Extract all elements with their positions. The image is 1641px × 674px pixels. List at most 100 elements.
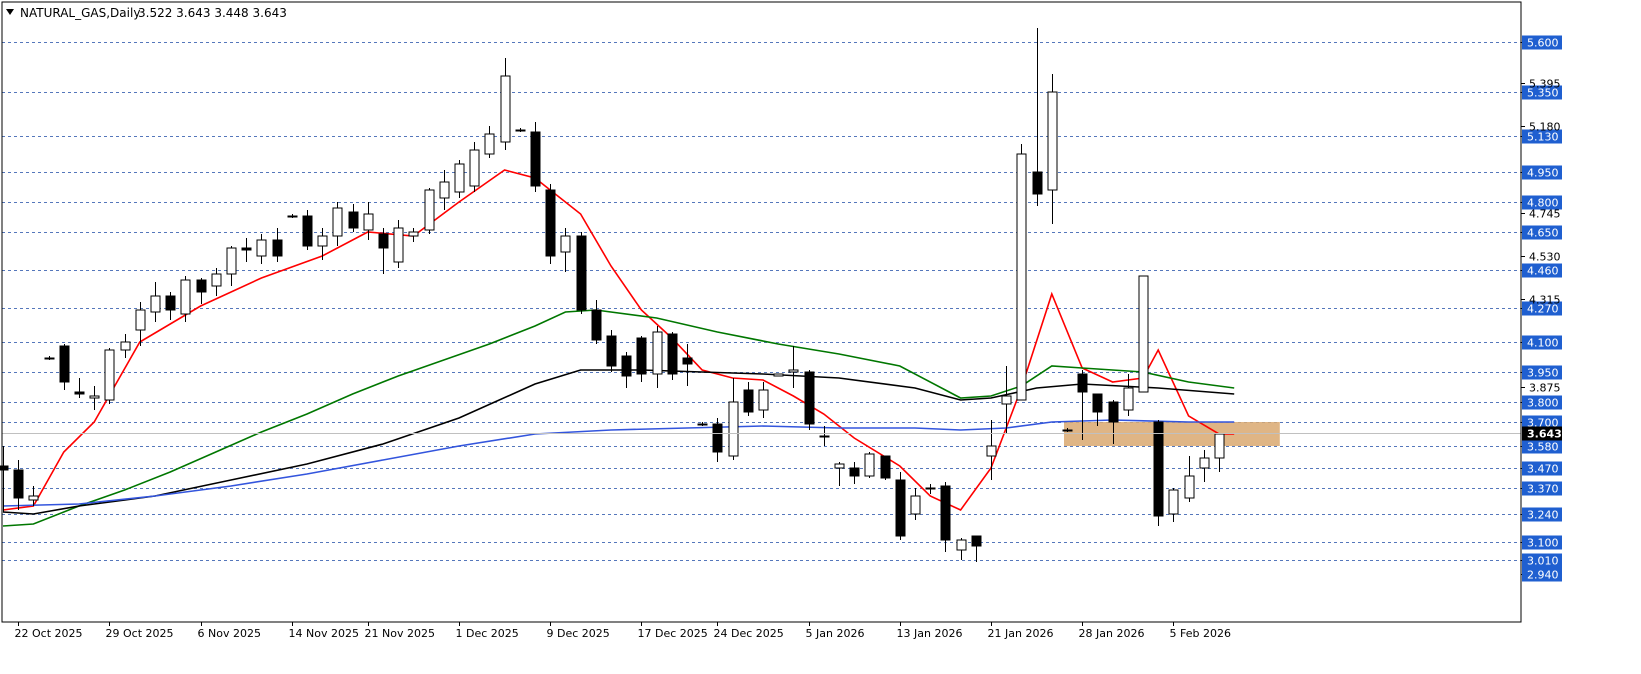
candle-body — [1184, 475, 1195, 499]
x-tick-label: 14 Nov 2025 — [289, 627, 359, 640]
candle-body — [439, 181, 450, 199]
price-chart[interactable]: 5.6005.3505.1304.9504.8004.6504.4604.270… — [0, 0, 1641, 674]
candle-body — [0, 465, 9, 471]
candle-body — [1001, 395, 1012, 405]
candle-body — [165, 295, 176, 311]
candle-body — [287, 215, 298, 218]
y-tick-label: 4.745 — [1529, 208, 1561, 221]
candle-body — [1168, 489, 1179, 515]
candle-body — [804, 371, 815, 425]
candle-body — [348, 211, 359, 229]
y-tick-label: 3.950 — [1527, 367, 1559, 380]
candle-body — [1214, 433, 1225, 459]
candle-body — [743, 389, 754, 413]
candle-body — [256, 239, 267, 257]
y-tick-label: 5.180 — [1529, 121, 1561, 134]
candle-body — [332, 207, 343, 237]
x-tick-label: 29 Oct 2025 — [106, 627, 174, 640]
candle-body — [652, 331, 663, 375]
candle-body — [272, 239, 283, 257]
y-tick-label: 4.530 — [1529, 251, 1561, 264]
x-tick-label: 21 Jan 2026 — [988, 627, 1054, 640]
candle-body — [925, 487, 936, 490]
candle-body — [621, 355, 632, 377]
candle-body — [393, 227, 404, 263]
candle-body — [317, 235, 328, 247]
candle-body — [1032, 171, 1043, 195]
candle-body — [773, 373, 784, 377]
y-tick-label: 4.315 — [1529, 294, 1561, 307]
candle-body — [500, 75, 511, 143]
candle-body — [940, 485, 951, 541]
candle-body — [515, 129, 526, 132]
candle-body — [880, 455, 891, 479]
candle-body — [986, 445, 997, 457]
candle-body — [728, 401, 739, 457]
candle-body — [484, 133, 495, 155]
x-tick-label: 22 Oct 2025 — [15, 627, 83, 640]
candle-body — [576, 235, 587, 311]
candle-body — [910, 495, 921, 515]
candle-body — [712, 423, 723, 453]
candle-body — [819, 435, 830, 438]
candle-body — [849, 467, 860, 477]
x-tick-label: 5 Jan 2026 — [806, 627, 865, 640]
y-tick-label: 4.650 — [1527, 227, 1559, 240]
x-tick-label: 13 Jan 2026 — [897, 627, 963, 640]
candle-body — [378, 233, 389, 249]
symbol-label: NATURAL_GAS,Daily — [20, 6, 140, 20]
candle-body — [956, 539, 967, 551]
y-tick-label: 3.875 — [1529, 382, 1561, 395]
chart-background — [0, 0, 1641, 674]
x-tick-label: 6 Nov 2025 — [198, 627, 261, 640]
candle-body — [971, 535, 982, 547]
candle-body — [1153, 421, 1164, 517]
y-tick-label: 3.010 — [1527, 555, 1559, 568]
candle-body — [545, 189, 556, 257]
chart-header: NATURAL_GAS,Daily 3.522 3.643 3.448 3.64… — [6, 6, 287, 20]
candle-body — [1047, 91, 1058, 191]
candle-body — [636, 337, 647, 375]
x-tick-label: 21 Nov 2025 — [365, 627, 435, 640]
candle-body — [834, 463, 845, 469]
candle-body — [1123, 387, 1134, 411]
candle-body — [1199, 457, 1210, 469]
candle-body — [1138, 275, 1149, 393]
candle-body — [788, 369, 799, 373]
current-price-label: 3.643 — [1527, 428, 1562, 441]
candle-body — [697, 423, 708, 426]
candle-body — [28, 495, 39, 501]
y-tick-label: 3.370 — [1527, 483, 1559, 496]
candle-body — [454, 163, 465, 193]
x-tick-label: 9 Dec 2025 — [547, 627, 610, 640]
x-tick-label: 28 Jan 2026 — [1079, 627, 1145, 640]
candle-body — [104, 349, 115, 401]
candle-body — [1062, 429, 1073, 432]
candle-body — [135, 309, 146, 331]
candle-body — [408, 231, 419, 237]
candle-body — [560, 235, 571, 253]
candle-body — [1016, 153, 1027, 401]
candle-body — [758, 389, 769, 411]
candle-body — [530, 131, 541, 187]
candle-body — [591, 309, 602, 341]
candle-body — [44, 357, 55, 360]
candle-body — [59, 345, 70, 383]
y-tick-label: 3.800 — [1527, 397, 1559, 410]
candle-body — [180, 279, 191, 315]
candle-body — [864, 453, 875, 477]
x-tick-label: 17 Dec 2025 — [638, 627, 708, 640]
candle-body — [1092, 393, 1103, 413]
y-tick-label: 5.395 — [1529, 78, 1561, 91]
y-tick-label: 4.950 — [1527, 167, 1559, 180]
candle-body — [302, 215, 313, 247]
y-tick-label: 2.940 — [1527, 569, 1559, 582]
candle-body — [363, 213, 374, 231]
y-tick-label: 4.100 — [1527, 337, 1559, 350]
candle-body — [682, 357, 693, 365]
ohlc-values: 3.522 3.643 3.448 3.643 — [138, 6, 287, 20]
y-tick-label: 4.460 — [1527, 265, 1559, 278]
y-tick-label: 3.470 — [1527, 463, 1559, 476]
candle-body — [120, 341, 131, 351]
candle-body — [226, 247, 237, 275]
